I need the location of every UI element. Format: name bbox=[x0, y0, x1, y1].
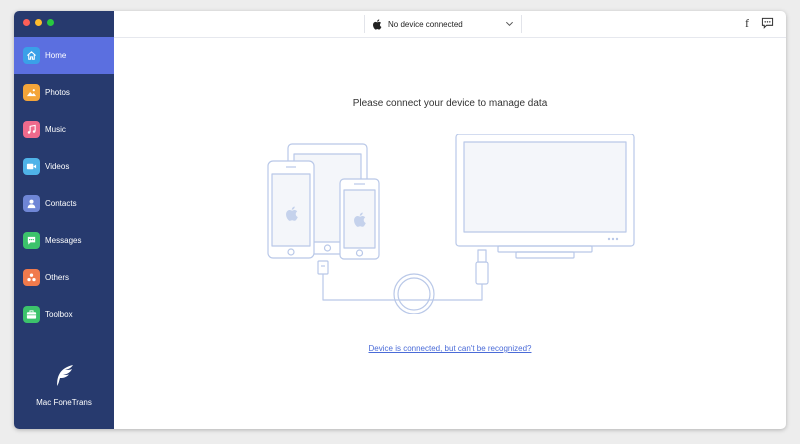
home-icon bbox=[23, 47, 40, 64]
top-icons: f bbox=[745, 17, 774, 29]
app-name: Mac FoneTrans bbox=[36, 398, 92, 407]
sidebar-item-label: Toolbox bbox=[45, 310, 73, 319]
sidebar-item-others[interactable]: Others bbox=[14, 259, 114, 296]
app-window: Home Photos Music Videos Contacts Messag… bbox=[14, 11, 786, 429]
sidebar-item-contacts[interactable]: Contacts bbox=[14, 185, 114, 222]
sidebar-item-home[interactable]: Home bbox=[14, 37, 114, 74]
music-icon bbox=[23, 121, 40, 138]
contacts-icon bbox=[23, 195, 40, 212]
sidebar-item-photos[interactable]: Photos bbox=[14, 74, 114, 111]
sidebar-item-videos[interactable]: Videos bbox=[14, 148, 114, 185]
device-selector[interactable]: No device connected bbox=[364, 15, 522, 33]
app-brand: Mac FoneTrans bbox=[14, 362, 114, 407]
sidebar-item-label: Messages bbox=[45, 236, 82, 245]
messages-icon bbox=[23, 232, 40, 249]
sidebar-item-label: Photos bbox=[45, 88, 70, 97]
sidebar-item-label: Others bbox=[45, 273, 70, 282]
sidebar-item-music[interactable]: Music bbox=[14, 111, 114, 148]
main-content: Please connect your device to manage dat… bbox=[114, 38, 786, 429]
fonetrans-logo-icon bbox=[57, 365, 73, 386]
chevron-down-icon bbox=[505, 21, 514, 27]
sidebar-item-toolbox[interactable]: Toolbox bbox=[14, 296, 114, 333]
sidebar: Home Photos Music Videos Contacts Messag… bbox=[14, 11, 114, 429]
videos-icon bbox=[23, 158, 40, 175]
device-status: No device connected bbox=[388, 19, 463, 29]
sidebar-nav: Home Photos Music Videos Contacts Messag… bbox=[14, 37, 114, 333]
others-icon bbox=[23, 269, 40, 286]
photos-icon bbox=[23, 84, 40, 101]
sidebar-item-messages[interactable]: Messages bbox=[14, 222, 114, 259]
sidebar-item-label: Home bbox=[45, 51, 67, 60]
minimize-window-button[interactable] bbox=[35, 19, 42, 26]
zoom-window-button[interactable] bbox=[47, 19, 54, 26]
sidebar-item-label: Contacts bbox=[45, 199, 77, 208]
connect-device-illustration bbox=[267, 134, 635, 314]
device-not-recognized-link[interactable]: Device is connected, but can't be recogn… bbox=[114, 344, 786, 353]
apple-icon bbox=[373, 18, 382, 30]
sidebar-item-label: Music bbox=[45, 125, 66, 134]
feedback-icon[interactable] bbox=[761, 17, 774, 29]
top-bar: No device connected f bbox=[114, 11, 786, 38]
facebook-icon[interactable]: f bbox=[745, 17, 749, 29]
connect-instruction: Please connect your device to manage dat… bbox=[352, 98, 548, 109]
toolbox-icon bbox=[23, 306, 40, 323]
sidebar-item-label: Videos bbox=[45, 162, 70, 171]
close-window-button[interactable] bbox=[23, 19, 30, 26]
window-controls bbox=[23, 19, 54, 26]
